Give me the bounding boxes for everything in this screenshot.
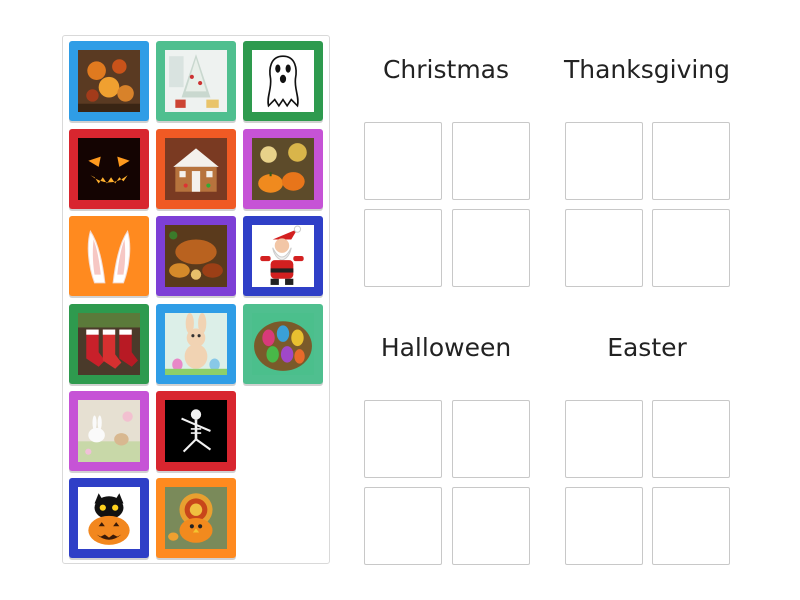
tile-bunny-ears[interactable] <box>69 216 149 296</box>
group-title-thanksgiving: Thanksgiving <box>563 55 731 84</box>
drop-slot-christmas-4[interactable] <box>452 209 530 287</box>
christmas-tree-icon <box>165 50 227 112</box>
stockings-icon <box>78 313 140 375</box>
drop-slot-christmas-3[interactable] <box>364 209 442 287</box>
drop-slot-halloween-2[interactable] <box>452 400 530 478</box>
tile-easter-bunnies-scene[interactable] <box>69 391 149 471</box>
tile-skeleton[interactable] <box>156 391 236 471</box>
drop-slot-easter-1[interactable] <box>565 400 643 478</box>
pumpkins-icon <box>252 138 314 200</box>
group-title-easter: Easter <box>607 333 687 362</box>
drop-slot-christmas-2[interactable] <box>452 122 530 200</box>
tile-jack-o-lantern-face[interactable] <box>69 129 149 209</box>
drop-slot-easter-2[interactable] <box>652 400 730 478</box>
tile-pumpkins-flowers[interactable] <box>243 129 323 209</box>
easter-bunny-icon <box>165 313 227 375</box>
tile-turkey-pumpkin[interactable] <box>156 478 236 558</box>
tile-thanksgiving-dinner[interactable] <box>156 216 236 296</box>
bunnies-scene-icon <box>78 400 140 462</box>
tile-black-cat-pumpkin[interactable] <box>69 478 149 558</box>
drop-slot-halloween-1[interactable] <box>364 400 442 478</box>
gingerbread-house-icon <box>165 138 227 200</box>
tile-ghost-drawing[interactable] <box>243 41 323 121</box>
tile-christmas-tree-room[interactable] <box>156 41 236 121</box>
turkey-pumpkin-icon <box>165 487 227 549</box>
roast-turkey-icon <box>165 225 227 287</box>
tile-easter-bunny[interactable] <box>156 304 236 384</box>
tile-santa-claus[interactable] <box>243 216 323 296</box>
drop-slot-thanksgiving-3[interactable] <box>565 209 643 287</box>
drop-slot-thanksgiving-2[interactable] <box>652 122 730 200</box>
harvest-table-icon <box>78 50 140 112</box>
ghost-icon <box>252 50 314 112</box>
tile-gingerbread-house[interactable] <box>156 129 236 209</box>
drop-slot-christmas-1[interactable] <box>364 122 442 200</box>
drop-slot-thanksgiving-1[interactable] <box>565 122 643 200</box>
jack-o-lantern-icon <box>78 138 140 200</box>
group-title-christmas: Christmas <box>382 55 510 84</box>
drop-slot-thanksgiving-4[interactable] <box>652 209 730 287</box>
drop-slot-easter-4[interactable] <box>652 487 730 565</box>
drop-slot-easter-3[interactable] <box>565 487 643 565</box>
santa-icon <box>252 225 314 287</box>
tile-easter-eggs[interactable] <box>243 304 323 384</box>
tile-autumn-harvest[interactable] <box>69 41 149 121</box>
black-cat-pumpkin-icon <box>78 487 140 549</box>
tile-christmas-stockings[interactable] <box>69 304 149 384</box>
bunny-ears-icon <box>78 225 140 287</box>
group-title-halloween: Halloween <box>380 333 512 362</box>
easter-eggs-icon <box>252 313 314 375</box>
drop-slot-halloween-3[interactable] <box>364 487 442 565</box>
skeleton-icon <box>165 400 227 462</box>
drop-slot-halloween-4[interactable] <box>452 487 530 565</box>
